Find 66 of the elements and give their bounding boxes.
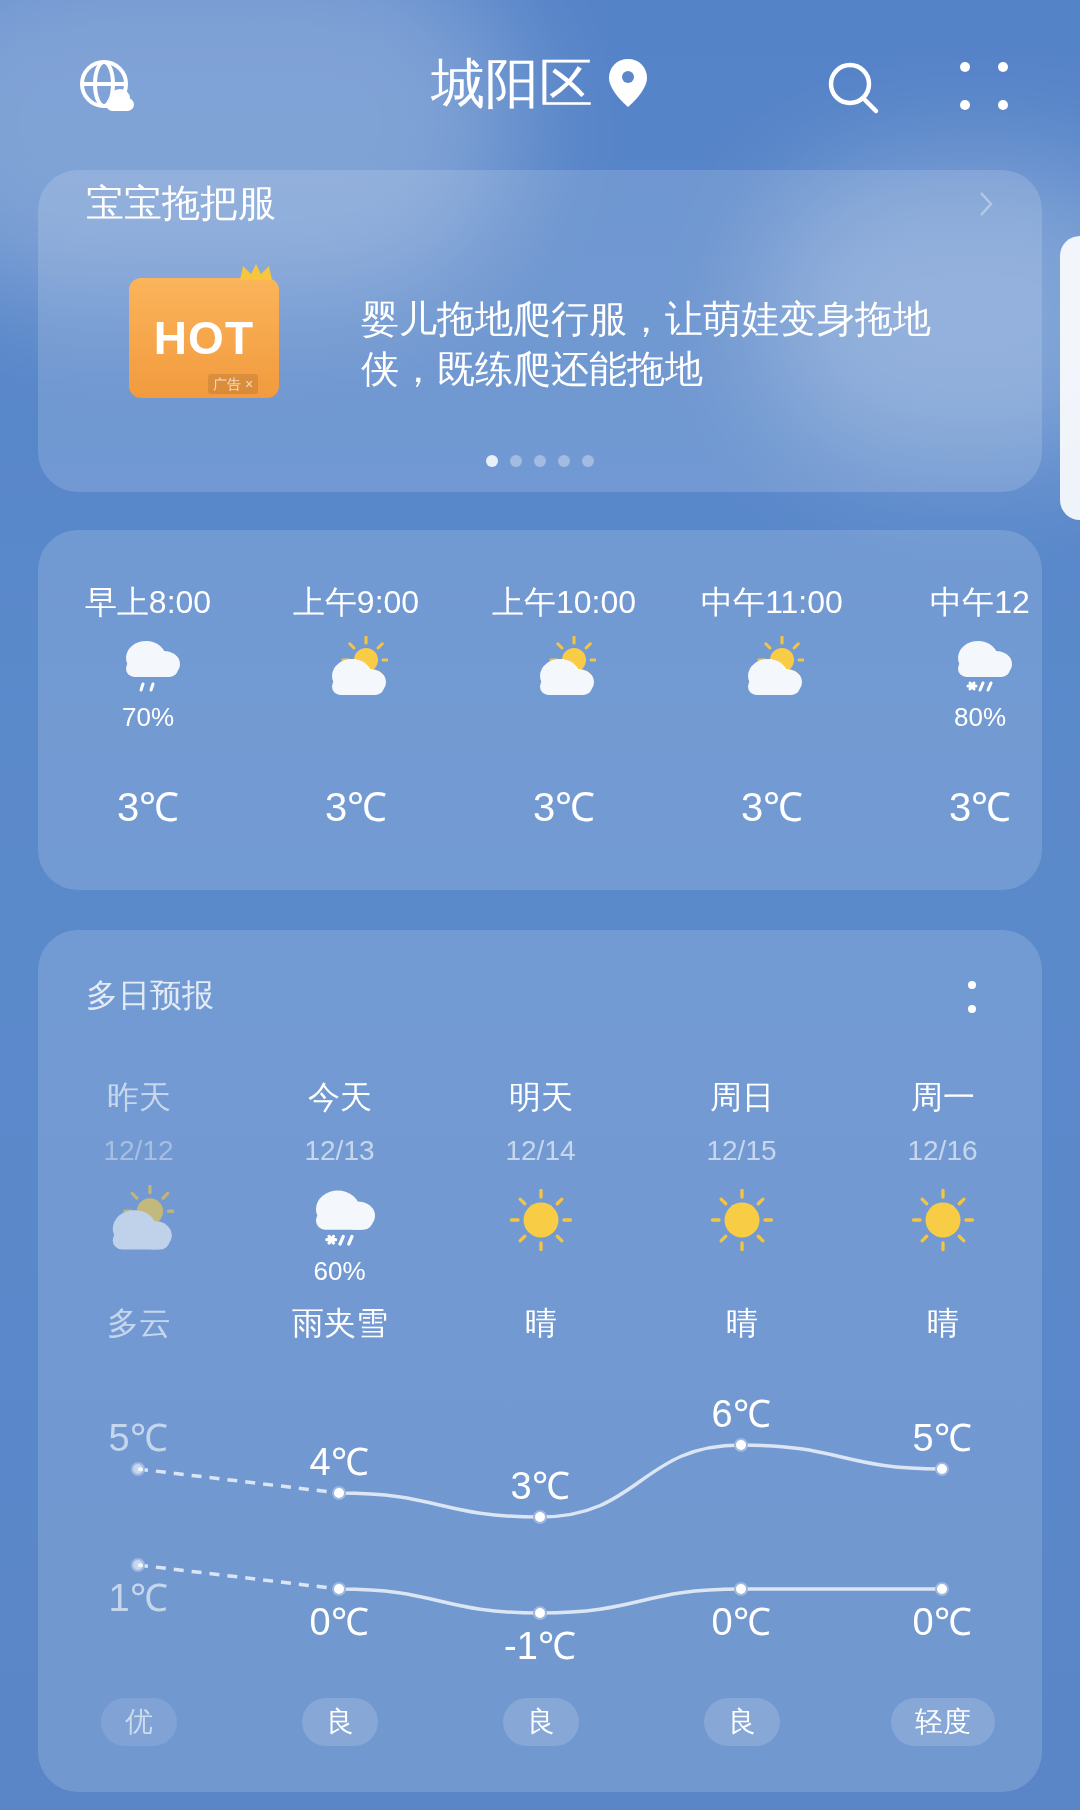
crown-icon — [238, 262, 274, 282]
day-name: 周一 — [910, 1078, 975, 1117]
temperature-point — [332, 1582, 346, 1596]
day-date: 12/16 — [907, 1134, 978, 1168]
precipitation-chance: 80% — [953, 702, 1006, 732]
air-quality-badge: 良 — [703, 1698, 780, 1746]
low-temperature: 0℃ — [711, 1601, 771, 1643]
temperature-point — [131, 1462, 145, 1476]
ad-label: 广告 — [213, 375, 241, 394]
temperature-point — [734, 1582, 748, 1596]
air-quality-badge: 良 — [502, 1698, 579, 1746]
temperature-point — [332, 1486, 346, 1500]
precipitation-chance: 60% — [313, 1256, 366, 1286]
section-title: 多日预报 — [86, 976, 214, 1015]
hour-temperature: 3℃ — [948, 784, 1012, 831]
high-temperature: 4℃ — [309, 1441, 369, 1483]
air-quality-badge: 良 — [301, 1698, 378, 1746]
chevron-right-icon[interactable] — [978, 190, 994, 218]
low-temperature: 0℃ — [309, 1601, 369, 1643]
day-name: 昨天 — [106, 1078, 171, 1117]
weather-condition: 晴 — [725, 1304, 758, 1343]
weather-condition: 雨夹雪 — [291, 1304, 388, 1343]
precipitation-chance: 70% — [121, 702, 174, 732]
location-pin-icon — [607, 57, 649, 109]
ad-close[interactable]: × — [245, 374, 254, 394]
hour-temperature: 3℃ — [324, 784, 388, 831]
menu-dots-icon[interactable] — [960, 62, 1008, 110]
day-date: 12/14 — [505, 1134, 576, 1168]
location-title: 城阳区 — [431, 52, 593, 115]
hour-time: 中午12 — [930, 583, 1030, 622]
hour-temperature: 3℃ — [532, 784, 596, 831]
weather-condition: 晴 — [524, 1304, 557, 1343]
temperature-point — [734, 1438, 748, 1452]
hour-temperature: 3℃ — [740, 784, 804, 831]
hour-time: 中午11:00 — [701, 583, 843, 622]
temperature-point — [935, 1462, 949, 1476]
globe-cloud-icon[interactable] — [78, 58, 136, 114]
high-temperature: 3℃ — [510, 1465, 570, 1507]
low-temperature: -1℃ — [504, 1625, 576, 1667]
hour-time: 上午9:00 — [292, 583, 420, 622]
high-temperature: 5℃ — [912, 1417, 972, 1459]
weather-condition: 多云 — [106, 1304, 171, 1343]
ad-title: 宝宝拖把服 — [86, 181, 276, 226]
low-temperature: 1℃ — [108, 1577, 168, 1619]
temperature-point — [533, 1510, 547, 1524]
temperature-point — [935, 1582, 949, 1596]
day-date: 12/13 — [304, 1134, 375, 1168]
high-temperature: 5℃ — [108, 1417, 168, 1459]
air-quality-badge: 轻度 — [890, 1698, 995, 1746]
hour-time: 早上8:00 — [84, 583, 212, 622]
hour-time: 上午10:00 — [491, 583, 637, 622]
day-name: 明天 — [508, 1078, 573, 1117]
day-name: 周日 — [709, 1078, 774, 1117]
more-options-icon[interactable] — [966, 980, 978, 1014]
day-date: 12/15 — [706, 1134, 777, 1168]
ad-card[interactable]: 宝宝拖把服 HOT 广告 × 婴儿拖地爬行服，让萌娃变身拖地侠，既练爬还能拖地 — [38, 170, 1042, 492]
low-temperature: 0℃ — [912, 1601, 972, 1643]
weather-condition: 晴 — [926, 1304, 959, 1343]
ad-text: 婴儿拖地爬行服，让萌娃变身拖地侠，既练爬还能拖地 — [361, 297, 932, 392]
ad-image-text: HOT — [153, 310, 255, 366]
day-name: 今天 — [307, 1078, 372, 1117]
air-quality-badge: 优 — [100, 1698, 177, 1746]
temperature-point — [533, 1606, 547, 1620]
high-temperature: 6℃ — [711, 1393, 771, 1435]
temperature-point — [131, 1558, 145, 1572]
hour-temperature: 3℃ — [116, 784, 180, 831]
